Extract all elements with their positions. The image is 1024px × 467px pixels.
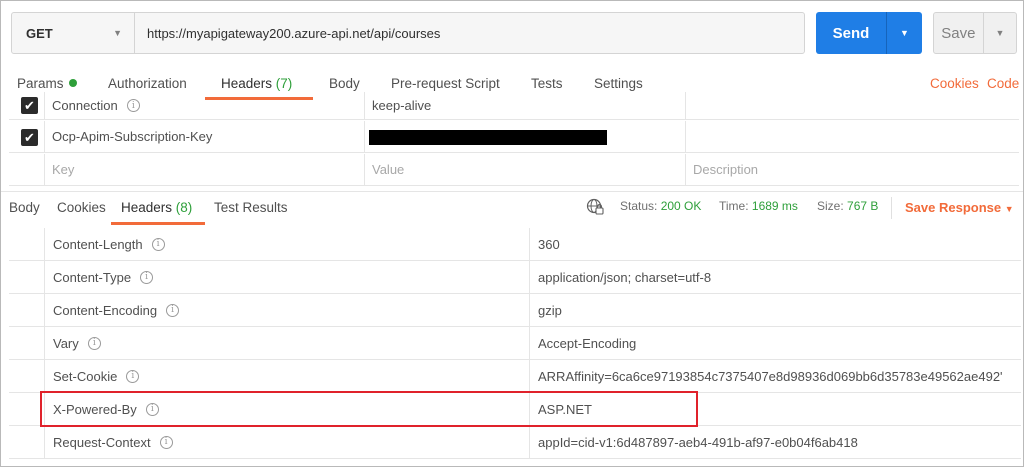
info-icon[interactable]: i	[126, 369, 140, 383]
header-value: keep-alive	[372, 98, 432, 113]
tab-params-label: Params	[17, 76, 64, 91]
cookies-link[interactable]: Cookies	[930, 76, 979, 91]
tab-headers-label: Headers	[221, 76, 273, 91]
save-response-button[interactable]: Save Response ▼	[905, 200, 1014, 215]
table-row: Set-Cookie i ARRAffinity=6ca6ce97193854c7…	[9, 360, 1021, 393]
response-headers-table: Content-Length i 360 Content-Type i applic…	[1, 228, 1023, 466]
status-value: 200 OK	[660, 199, 702, 213]
tab-headers[interactable]: Headers (7)	[221, 76, 292, 91]
table-row: Content-Encoding i gzip	[9, 294, 1021, 327]
send-options-chevron-icon[interactable]: ▼	[886, 12, 922, 54]
header-value: gzip	[529, 294, 1021, 326]
tab-response-headers[interactable]: Headers (8)	[121, 200, 192, 215]
table-row: Content-Length i 360	[9, 228, 1021, 261]
method-select[interactable]: GET ▼	[12, 13, 135, 53]
save-options-chevron-icon[interactable]: ▼	[982, 13, 1016, 53]
header-key: Content-Type	[53, 269, 132, 285]
table-row-new: Key Value Description	[9, 154, 1019, 186]
info-icon[interactable]: i	[166, 303, 180, 317]
tab-response-cookies[interactable]: Cookies	[57, 200, 106, 215]
redacted-value	[369, 130, 607, 145]
url-input[interactable]: https://myapigateway200.azure-api.net/ap…	[135, 26, 804, 41]
new-key-input[interactable]: Key	[44, 154, 364, 185]
header-value: ARRAffinity=6ca6ce97193854c7375407e8d989…	[529, 360, 1021, 392]
header-key: Connection	[52, 98, 118, 113]
postman-window: GET ▼ https://myapigateway200.azure-api.…	[0, 0, 1024, 467]
table-row: Vary i Accept-Encoding	[9, 327, 1021, 360]
status-label: Status:	[620, 199, 658, 213]
table-row: Content-Type i application/json; charset=…	[9, 261, 1021, 294]
code-link[interactable]: Code	[987, 76, 1019, 91]
save-label: Save	[941, 24, 976, 42]
header-value: ASP.NET	[529, 393, 1021, 425]
table-row: Request-Context i appId=cid-v1:6d487897-a…	[9, 426, 1021, 459]
info-icon[interactable]: i	[140, 270, 154, 284]
info-icon[interactable]: i	[145, 402, 159, 416]
tab-response-headers-label: Headers	[121, 200, 173, 215]
method-label: GET	[26, 25, 53, 41]
header-enabled-checkbox[interactable]: ✔	[21, 129, 38, 146]
size-value: 767 B	[847, 199, 879, 213]
size-label: Size:	[817, 199, 844, 213]
info-icon[interactable]: i	[151, 237, 165, 251]
header-key-cell: X-Powered-By i	[44, 393, 529, 425]
header-key-cell[interactable]: Connection i	[44, 92, 364, 119]
tab-prerequest-script[interactable]: Pre-request Script	[391, 76, 500, 91]
tab-test-results[interactable]: Test Results	[214, 200, 288, 215]
header-key-cell[interactable]: Ocp-Apim-Subscription-Key	[44, 121, 364, 152]
tab-settings[interactable]: Settings	[594, 76, 643, 91]
status-indicator: Status: 200 OK	[620, 199, 701, 213]
header-value: 360	[529, 228, 1021, 260]
time-label: Time:	[719, 199, 749, 213]
header-key-cell: Vary i	[44, 327, 529, 359]
time-indicator: Time: 1689 ms	[719, 199, 798, 213]
time-value: 1689 ms	[751, 199, 798, 213]
header-key-cell: Content-Type i	[44, 261, 529, 293]
header-key-cell: Request-Context i	[44, 426, 529, 458]
send-button[interactable]: Send ▼	[816, 12, 922, 54]
header-key: Content-Length	[53, 236, 143, 252]
params-indicator-dot	[68, 79, 77, 87]
tab-body[interactable]: Body	[329, 76, 360, 91]
new-value-input[interactable]: Value	[364, 154, 684, 185]
header-key: Ocp-Apim-Subscription-Key	[52, 129, 213, 144]
table-row: ✔ Connection i keep-alive	[9, 92, 1019, 120]
save-button[interactable]: Save ▼	[933, 12, 1017, 54]
divider	[891, 197, 892, 219]
info-icon[interactable]: i	[87, 336, 101, 350]
header-key-cell: Content-Encoding i	[44, 294, 529, 326]
header-key: Vary	[53, 335, 79, 351]
header-value: Accept-Encoding	[529, 327, 1021, 359]
tab-params[interactable]: Params	[17, 76, 77, 91]
response-tabs: Body Cookies Headers (8) Test Results St…	[1, 191, 1023, 225]
header-key-cell: Set-Cookie i	[44, 360, 529, 392]
tab-tests[interactable]: Tests	[531, 76, 563, 91]
tab-authorization[interactable]: Authorization	[108, 76, 187, 91]
tab-response-headers-count: (8)	[175, 200, 193, 215]
header-value: application/json; charset=utf-8	[529, 261, 1021, 293]
header-key: Set-Cookie	[53, 368, 118, 384]
active-response-tab-underline	[111, 222, 205, 225]
info-icon: i	[126, 99, 140, 112]
header-value: appId=cid-v1:6d487897-aeb4-491b-af97-e0b…	[529, 426, 1021, 458]
info-icon[interactable]: i	[159, 435, 173, 449]
tab-headers-count: (7)	[275, 76, 293, 91]
tab-response-body[interactable]: Body	[9, 200, 40, 215]
header-key: Content-Encoding	[53, 302, 158, 318]
header-value-cell[interactable]: keep-alive	[364, 92, 684, 119]
globe-lock-icon[interactable]	[586, 198, 604, 216]
chevron-down-icon: ▼	[113, 28, 122, 38]
chevron-down-icon: ▼	[1004, 204, 1014, 214]
size-indicator: Size: 767 B	[817, 199, 878, 213]
new-description-input[interactable]: Description	[685, 154, 1015, 185]
header-enabled-checkbox[interactable]: ✔	[21, 97, 38, 114]
header-key-cell: Content-Length i	[44, 228, 529, 260]
save-response-label: Save Response	[905, 200, 1002, 215]
header-key: Request-Context	[53, 434, 151, 450]
send-label: Send	[832, 24, 870, 42]
table-row: X-Powered-By i ASP.NET	[9, 393, 1021, 426]
header-key: X-Powered-By	[53, 401, 137, 417]
request-bar: GET ▼ https://myapigateway200.azure-api.…	[11, 12, 805, 54]
